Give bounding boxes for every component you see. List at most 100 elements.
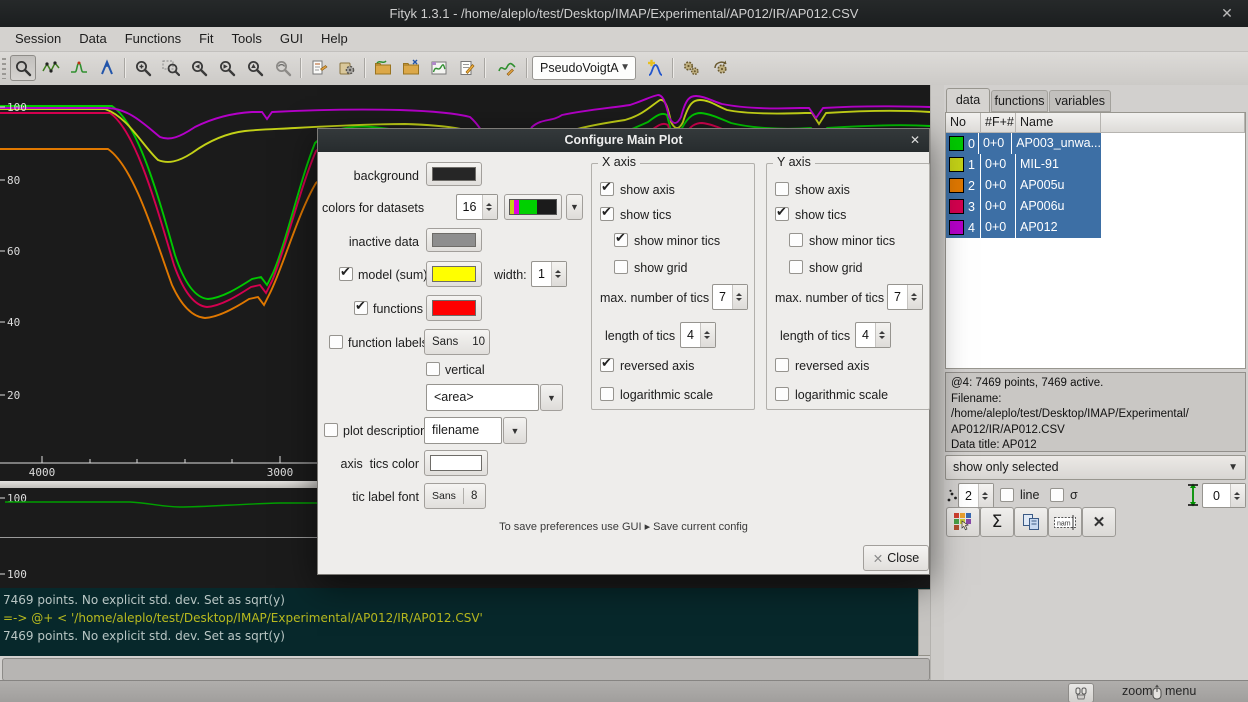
model-width-spinner[interactable]: 1	[531, 261, 567, 287]
spinner-arrows[interactable]	[700, 323, 715, 347]
auto-add-peak-button[interactable]	[642, 55, 668, 81]
table-row[interactable]: 30+0AP006u	[946, 196, 1245, 217]
zoom-right-button[interactable]	[214, 55, 240, 81]
menu-session[interactable]: Session	[6, 27, 70, 51]
data-editor-button[interactable]	[454, 55, 480, 81]
dataset-palette-button[interactable]	[504, 194, 562, 220]
spinner-arrows[interactable]	[875, 323, 890, 347]
tic-font-button[interactable]: Sans 8	[424, 483, 486, 509]
shift-spinner[interactable]: 0	[1202, 483, 1246, 508]
spinner-arrows[interactable]	[482, 195, 497, 219]
undo-fit-button[interactable]	[708, 55, 734, 81]
column-header-no[interactable]: No	[946, 113, 981, 133]
background-label: background	[322, 169, 419, 183]
model-color-button[interactable]	[426, 261, 482, 287]
sigma-checkbox[interactable]	[1050, 488, 1064, 502]
y-show-minor-tics-checkbox[interactable]	[789, 233, 803, 247]
x-show-axis-checkbox[interactable]	[600, 182, 614, 196]
menu-gui[interactable]: GUI	[271, 27, 312, 51]
x-log-scale-checkbox[interactable]	[600, 387, 614, 401]
add-peak-mode-button[interactable]	[66, 55, 92, 81]
zoom-selection-button[interactable]	[158, 55, 184, 81]
load-data-button[interactable]	[370, 55, 396, 81]
gui-config-button[interactable]	[334, 55, 360, 81]
rename-data-button[interactable]: nam	[1048, 507, 1082, 537]
spinner-arrows[interactable]	[907, 285, 922, 309]
label-text-combobox[interactable]: <area>	[426, 384, 539, 411]
x-reversed-axis-checkbox[interactable]	[600, 358, 614, 372]
x-tic-length-spinner[interactable]: 4	[680, 322, 716, 348]
close-button[interactable]: ✕ Close	[863, 545, 929, 571]
function-type-combobox[interactable]: PseudoVoigtA ▼	[532, 56, 636, 80]
plot-description-checkbox[interactable]	[324, 423, 338, 437]
dataset-colors-count-spinner[interactable]: 16	[456, 194, 498, 220]
delete-data-button[interactable]: ✕	[1082, 507, 1116, 537]
zoom-left-button[interactable]	[186, 55, 212, 81]
spinner-arrows[interactable]	[732, 285, 747, 309]
data-range-mode-button[interactable]	[38, 55, 64, 81]
spinner-arrows[interactable]	[978, 484, 993, 507]
copy-data-button[interactable]	[1014, 507, 1048, 537]
command-input[interactable]	[2, 658, 930, 681]
vertical-checkbox[interactable]	[426, 362, 440, 376]
y-tic-length-spinner[interactable]: 4	[855, 322, 891, 348]
x-max-tics-spinner[interactable]: 7	[712, 284, 748, 310]
background-color-button[interactable]	[426, 162, 482, 186]
tab-data[interactable]: data	[946, 88, 990, 112]
label-text-dropdown-button[interactable]: ▼	[540, 384, 563, 411]
x-show-minor-tics-checkbox[interactable]	[614, 233, 628, 247]
y-axis-group-title: Y axis	[773, 155, 815, 169]
label-font-button[interactable]: Sans 10	[424, 329, 490, 355]
function-labels-checkbox[interactable]	[329, 335, 343, 349]
column-header-f[interactable]: #F+#	[981, 113, 1016, 133]
table-row[interactable]: 00+0AP003_unwa...	[946, 133, 1245, 154]
table-row[interactable]: 20+0AP005u	[946, 175, 1245, 196]
menu-tools[interactable]: Tools	[223, 27, 271, 51]
run-fit-button[interactable]	[678, 55, 704, 81]
load-data-custom-button[interactable]	[398, 55, 424, 81]
previous-zoom-button[interactable]	[270, 55, 296, 81]
description-dropdown-button[interactable]: ▼	[503, 417, 527, 444]
y-show-axis-checkbox[interactable]	[775, 182, 789, 196]
tab-variables[interactable]: variables	[1049, 90, 1111, 112]
spinner-arrows[interactable]	[1230, 484, 1245, 507]
y-reversed-axis-checkbox[interactable]	[775, 358, 789, 372]
zoom-vertical-button[interactable]	[242, 55, 268, 81]
mouse-mode-button[interactable]	[1068, 683, 1094, 702]
inactive-data-color-button[interactable]	[426, 228, 482, 252]
tab-functions[interactable]: functions	[991, 90, 1048, 112]
menu-help[interactable]: Help	[312, 27, 357, 51]
menu-functions[interactable]: Functions	[116, 27, 190, 51]
functions-checkbox[interactable]	[354, 301, 368, 315]
y-log-scale-checkbox[interactable]	[775, 387, 789, 401]
define-function-button[interactable]	[494, 55, 520, 81]
y-show-grid-checkbox[interactable]	[789, 260, 803, 274]
line-checkbox[interactable]	[1000, 488, 1014, 502]
menu-fit[interactable]: Fit	[190, 27, 222, 51]
sum-button[interactable]: Σ	[980, 507, 1014, 537]
functions-color-button[interactable]	[426, 295, 482, 321]
dialog-close-icon[interactable]: ✕	[910, 129, 920, 151]
dataset-colors-button[interactable]	[946, 507, 980, 537]
session-log-button[interactable]	[306, 55, 332, 81]
menu-data[interactable]: Data	[70, 27, 115, 51]
x-show-tics-checkbox[interactable]	[600, 207, 614, 221]
y-max-tics-spinner[interactable]: 7	[887, 284, 923, 310]
table-row[interactable]: 40+0AP012	[946, 217, 1245, 238]
y-show-tics-checkbox[interactable]	[775, 207, 789, 221]
axis-tics-color-button[interactable]	[424, 450, 488, 476]
zoom-mode-button[interactable]	[10, 55, 36, 81]
palette-dropdown-button[interactable]: ▼	[566, 194, 583, 220]
zoom-all-button[interactable]	[130, 55, 156, 81]
spinner-arrows[interactable]	[551, 262, 566, 286]
point-size-spinner[interactable]: 2	[958, 483, 994, 508]
description-combobox[interactable]: filename	[424, 417, 502, 444]
model-checkbox[interactable]	[339, 267, 353, 281]
show-filter-combobox[interactable]: show only selected ▼	[945, 455, 1246, 480]
table-row[interactable]: 10+0MIL-91	[946, 154, 1245, 175]
column-header-name[interactable]: Name	[1016, 113, 1101, 133]
window-close-icon[interactable]: ✕	[1216, 0, 1238, 27]
x-show-grid-checkbox[interactable]	[614, 260, 628, 274]
export-image-button[interactable]	[426, 55, 452, 81]
drag-peak-mode-button[interactable]	[94, 55, 120, 81]
